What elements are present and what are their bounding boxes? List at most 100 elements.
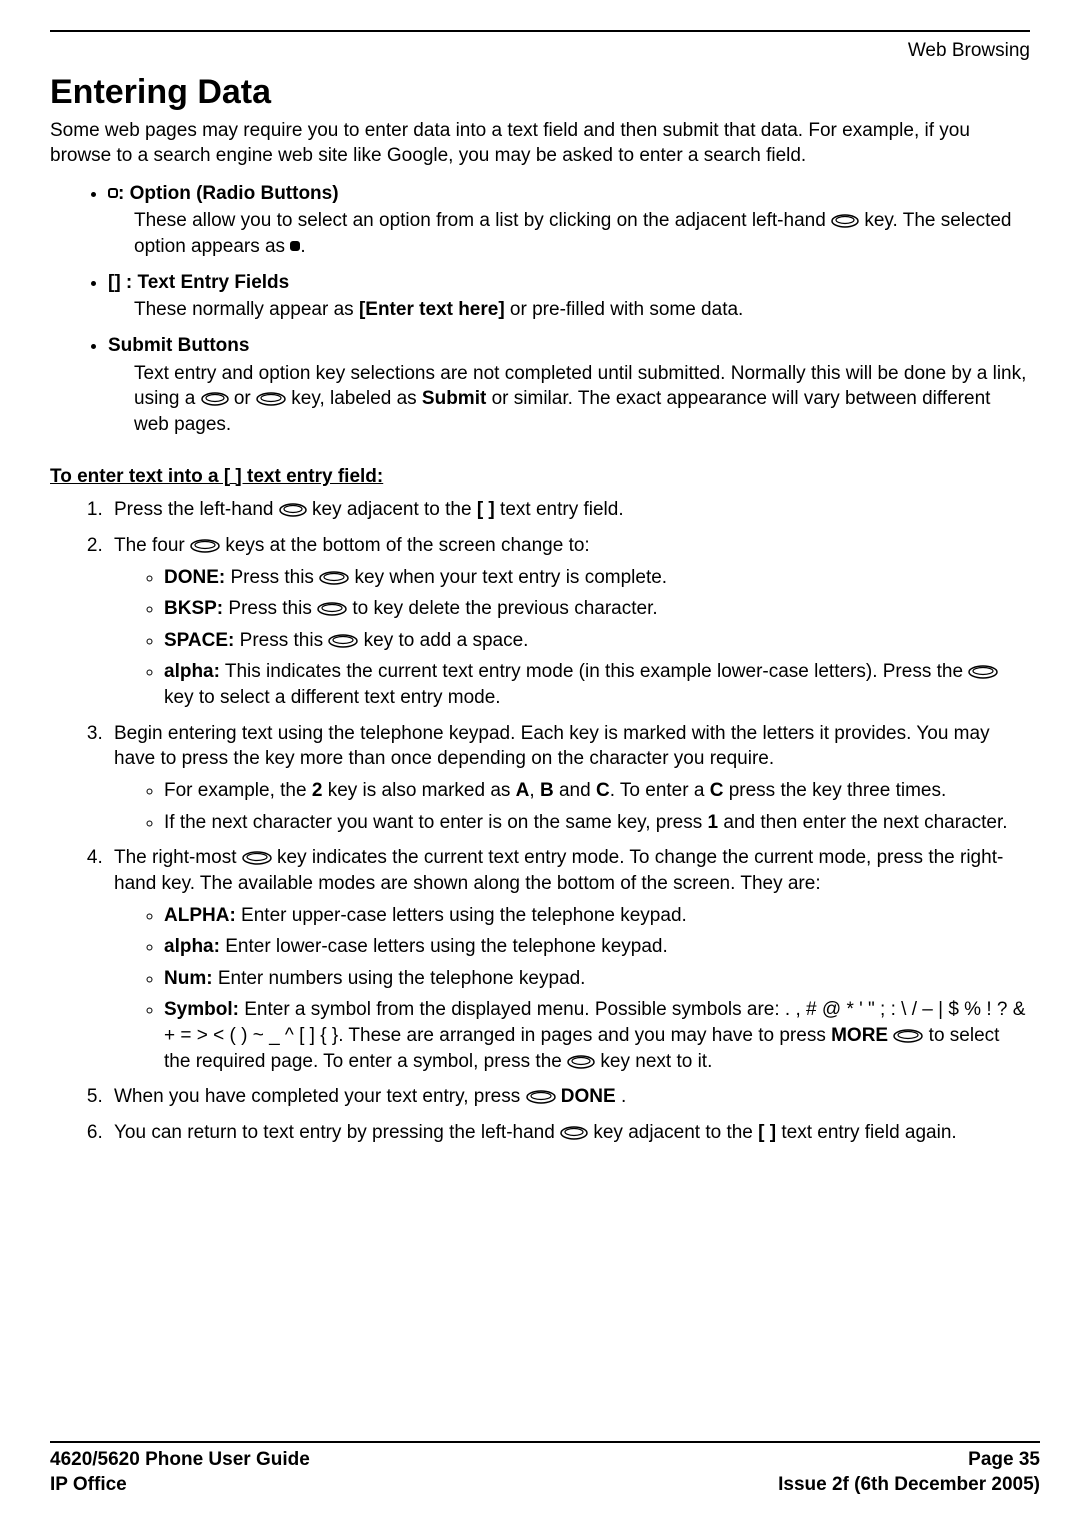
key-icon (319, 571, 349, 585)
sym-label: Symbol: (164, 999, 239, 1020)
key-icon (190, 539, 220, 553)
submit-body-3: key, labeled as (291, 388, 422, 409)
key-icon (567, 1055, 595, 1069)
key-icon (526, 1090, 556, 1104)
step-2-sublist: DONE: Press this key when your text entr… (114, 565, 1030, 711)
alpha-l-a: Enter lower-case letters using the telep… (220, 936, 668, 957)
submit-bold: Submit (422, 388, 486, 409)
s2-b: keys at the bottom of the screen change … (225, 535, 589, 556)
s3a3: , (529, 780, 540, 801)
s3a-A: A (516, 780, 530, 801)
bksp-a: Press this (223, 598, 317, 619)
text-entry-bold: [Enter text here] (359, 299, 505, 320)
num-label: Num: (164, 968, 213, 989)
s3a-C: C (596, 780, 610, 801)
step-1: Press the left-hand key adjacent to the … (108, 497, 1030, 523)
option-head: : Option (Radio Buttons) (118, 183, 339, 204)
alpha-label: alpha: (164, 661, 220, 682)
step-6: You can return to text entry by pressing… (108, 1120, 1030, 1146)
option-body-3: . (300, 236, 305, 257)
bksp-label: BKSP: (164, 598, 223, 619)
key-icon (279, 503, 307, 517)
s3-text: Begin entering text using the telephone … (114, 723, 990, 770)
submit-head: Submit Buttons (108, 335, 249, 356)
key-icon (893, 1029, 923, 1043)
step-3: Begin entering text using the telephone … (108, 721, 1030, 836)
intro-paragraph: Some web pages may require you to enter … (50, 118, 1030, 169)
s1-bold: [ ] (477, 499, 495, 520)
radio-open-icon (108, 188, 118, 198)
s5-c: . (616, 1086, 627, 1107)
text-entry-head: [] : Text Entry Fields (108, 272, 289, 293)
bullet-text-entry: [] : Text Entry Fields These normally ap… (108, 270, 1030, 323)
footer-left-1: 4620/5620 Phone User Guide (50, 1447, 310, 1473)
step-3-sublist: For example, the 2 key is also marked as… (114, 778, 1030, 835)
num-a: Enter numbers using the telephone keypad… (213, 968, 586, 989)
s2-bksp: BKSP: Press this to key delete the previ… (164, 596, 1030, 622)
s2-a: The four (114, 535, 190, 556)
s3a-C2: C (710, 780, 724, 801)
key-icon (242, 851, 272, 865)
section-heading: To enter text into a [ ] text entry fiel… (50, 464, 1030, 490)
s3a5: . To enter a (610, 780, 710, 801)
s3-example: For example, the 2 key is also marked as… (164, 778, 1030, 804)
s3-next-char: If the next character you want to enter … (164, 810, 1030, 836)
alpha-b: key to select a different text entry mod… (164, 687, 501, 708)
alpha-u-label: ALPHA: (164, 905, 236, 926)
s4-num: Num: Enter numbers using the telephone k… (164, 966, 1030, 992)
s4-alpha-upper: ALPHA: Enter upper-case letters using th… (164, 903, 1030, 929)
step-2: The four keys at the bottom of the scree… (108, 533, 1030, 711)
done-b: key when your text entry is complete. (355, 567, 668, 588)
space-a: Press this (234, 630, 328, 651)
s3a1: For example, the (164, 780, 312, 801)
footer-left-2: IP Office (50, 1472, 310, 1498)
footer: 4620/5620 Phone User Guide IP Office Pag… (50, 1441, 1040, 1498)
space-label: SPACE: (164, 630, 234, 651)
s1-a: Press the left-hand (114, 499, 279, 520)
intro-bullet-list: : Option (Radio Buttons) These allow you… (50, 181, 1030, 438)
s6-bold: [ ] (758, 1122, 776, 1143)
alpha-a: This indicates the current text entry mo… (220, 661, 968, 682)
s6-b: key adjacent to the (593, 1122, 758, 1143)
s4-a: The right-most (114, 847, 242, 868)
footer-right-1: Page 35 (778, 1447, 1040, 1473)
s6-a: You can return to text entry by pressing… (114, 1122, 560, 1143)
s5-a: When you have completed your text entry,… (114, 1086, 526, 1107)
key-icon (317, 602, 347, 616)
alpha-u-a: Enter upper-case letters using the telep… (236, 905, 687, 926)
s3b2: and then enter the next character. (718, 812, 1007, 833)
key-icon (968, 665, 998, 679)
s3b-1: 1 (708, 812, 719, 833)
sym-more: MORE (831, 1025, 888, 1046)
s3a6: press the key three times. (723, 780, 946, 801)
radio-filled-icon (290, 241, 300, 251)
s2-done: DONE: Press this key when your text entr… (164, 565, 1030, 591)
s3a2: key is also marked as (322, 780, 515, 801)
s1-b: key adjacent to the (312, 499, 477, 520)
s2-alpha: alpha: This indicates the current text e… (164, 659, 1030, 710)
page-title: Entering Data (50, 70, 1030, 116)
step-5: When you have completed your text entry,… (108, 1084, 1030, 1110)
alpha-l-label: alpha: (164, 936, 220, 957)
key-icon (201, 392, 229, 406)
submit-body-2: or (234, 388, 256, 409)
done-label: DONE: (164, 567, 225, 588)
s4-alpha-lower: alpha: Enter lower-case letters using th… (164, 934, 1030, 960)
done-a: Press this (225, 567, 319, 588)
text-entry-body-2: or pre-filled with some data. (505, 299, 744, 320)
steps-list: Press the left-hand key adjacent to the … (50, 497, 1030, 1145)
s5-bold: DONE (561, 1086, 616, 1107)
bksp-b: to key delete the previous character. (352, 598, 657, 619)
bullet-option: : Option (Radio Buttons) These allow you… (108, 181, 1030, 260)
s3a-B: B (540, 780, 554, 801)
s1-c: text entry field. (495, 499, 624, 520)
key-icon (831, 214, 859, 228)
footer-right-2: Issue 2f (6th December 2005) (778, 1472, 1040, 1498)
s3a4: and (554, 780, 596, 801)
s3b1: If the next character you want to enter … (164, 812, 708, 833)
text-entry-body-1: These normally appear as (134, 299, 359, 320)
key-icon (328, 634, 358, 648)
s6-c: text entry field again. (776, 1122, 957, 1143)
s4-symbol: Symbol: Enter a symbol from the displaye… (164, 997, 1030, 1074)
sym-c: key next to it. (600, 1051, 712, 1072)
